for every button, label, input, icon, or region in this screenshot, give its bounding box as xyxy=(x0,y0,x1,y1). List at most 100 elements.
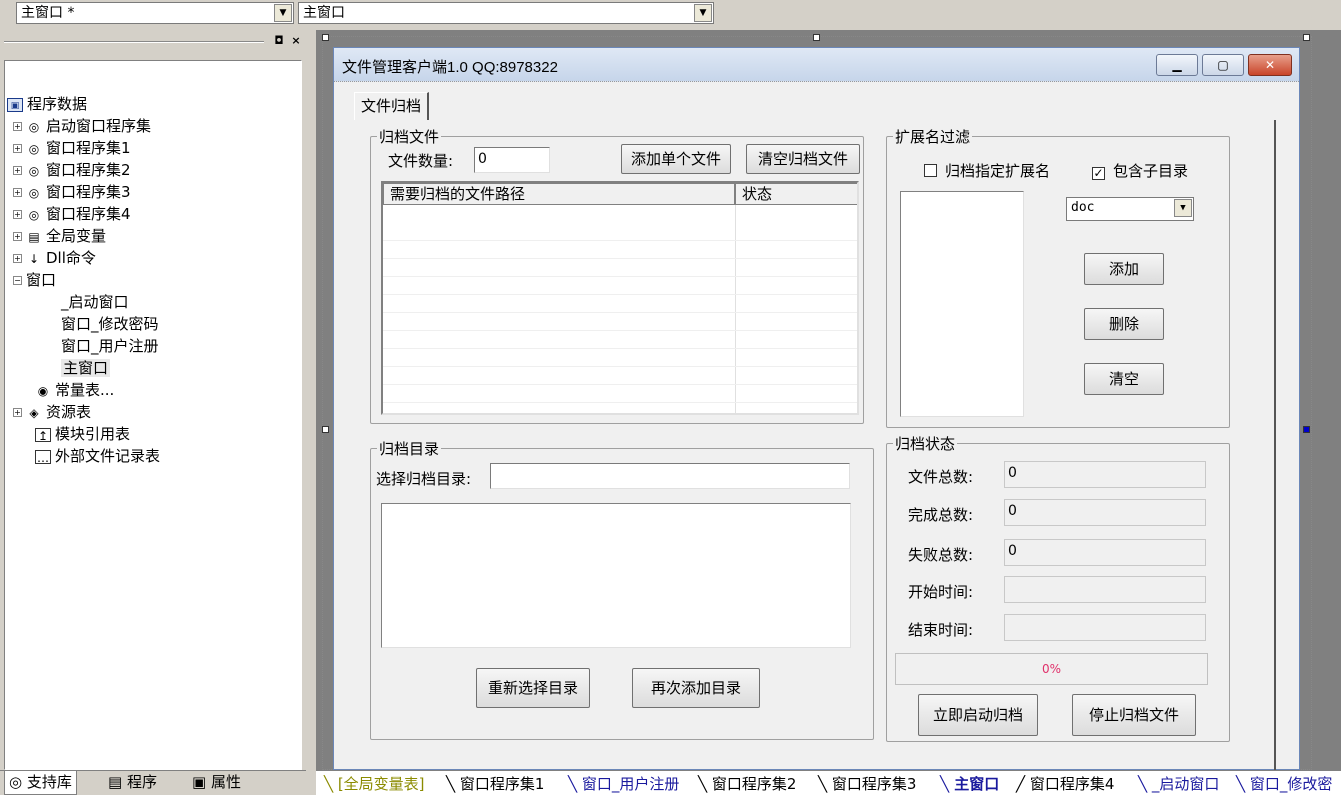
doc-tab-assembly3[interactable]: ╲ 窗口程序集3 xyxy=(818,773,916,795)
tree-item-assembly3[interactable]: + ◎ 窗口程序集3 xyxy=(13,181,131,203)
start-archive-button[interactable]: 立即启动归档 xyxy=(918,694,1038,736)
restore-icon[interactable]: ◘ xyxy=(272,35,286,49)
extension-combo[interactable]: doc ▼ xyxy=(1066,197,1194,221)
expand-icon[interactable]: + xyxy=(13,232,22,241)
tree-item-windows[interactable]: − 窗口 xyxy=(13,269,362,328)
tree-item-startup-window[interactable]: _启动窗口 xyxy=(61,291,410,350)
expand-icon[interactable]: + xyxy=(13,254,22,263)
tree-item-label: 窗口程序集1 xyxy=(46,139,131,157)
tab-properties[interactable]: ▣ 属性 xyxy=(188,771,245,795)
doc-tab-user-register[interactable]: ╲ 窗口_用户注册 xyxy=(568,773,679,795)
tree-item-label: 模块引用表 xyxy=(55,425,131,443)
tree-item-global-var[interactable]: + ▤ 全局变量 xyxy=(13,225,106,247)
select-directory-label: 选择归档目录: xyxy=(376,470,472,488)
maximize-button[interactable]: ▢ xyxy=(1202,54,1244,76)
clear-archive-files-button[interactable]: 清空归档文件 xyxy=(746,144,860,174)
tree-item-main-window[interactable]: 主窗口 xyxy=(61,357,410,416)
assembly-combo[interactable]: 主窗口 * ▼ xyxy=(16,2,294,24)
program-data-icon: ▣ xyxy=(7,97,23,112)
delete-extension-button[interactable]: 删除 xyxy=(1084,308,1164,340)
end-time-label: 结束时间: xyxy=(908,621,974,639)
doc-tab-assembly4[interactable]: ╱ 窗口程序集4 xyxy=(1016,773,1114,795)
expand-icon[interactable]: + xyxy=(13,408,22,417)
add-directory-again-button[interactable]: 再次添加目录 xyxy=(632,668,760,708)
doc-tab-change-password[interactable]: ╲ 窗口_修改密 xyxy=(1236,773,1332,795)
assembly-icon: ◎ xyxy=(28,185,40,200)
doc-tab-assembly2[interactable]: ╲ 窗口程序集2 xyxy=(698,773,796,795)
tree-item-label: 程序数据 xyxy=(27,95,88,113)
tree-item-assembly4[interactable]: + ◎ 窗口程序集4 xyxy=(13,203,131,225)
tree-item-module-ref[interactable]: ↥ 模块引用表 xyxy=(35,423,130,445)
tree-item-change-password[interactable]: 窗口_修改密码 xyxy=(61,313,410,372)
tab-support-lib[interactable]: ◎ 支持库 xyxy=(4,771,77,795)
minimize-button[interactable]: ▁ xyxy=(1156,54,1198,76)
resize-handle[interactable] xyxy=(1303,426,1310,433)
left-panel-tabs: ◎ 支持库 ▤ 程序 ▣ 属性 xyxy=(0,770,306,795)
chevron-down-icon[interactable]: ▼ xyxy=(694,4,712,22)
window-titlebar[interactable]: 文件管理客户端1.0 QQ:8978322 ▁ ▢ ✕ xyxy=(334,48,1299,82)
column-header-path[interactable]: 需要归档的文件路径 xyxy=(383,183,735,205)
doc-tab-global-vars[interactable]: ╲ [全局变量表] xyxy=(324,773,425,795)
tree-item-file-record[interactable]: … 外部文件记录表 xyxy=(35,445,160,467)
done-total-label: 完成总数: xyxy=(908,506,974,524)
tab-program[interactable]: ▤ 程序 xyxy=(104,771,161,795)
group-title: 归档文件 xyxy=(379,128,440,146)
checkbox-checked-icon[interactable]: ✓ xyxy=(1092,167,1105,180)
expand-icon[interactable]: + xyxy=(13,188,22,197)
archive-ext-checkbox[interactable]: 归档指定扩展名 xyxy=(924,160,1050,181)
tree-item-user-register[interactable]: 窗口_用户注册 xyxy=(61,335,410,394)
tree-item-label: 常量表... xyxy=(55,381,115,399)
tree-item-program-data[interactable]: ▣ 程序数据 xyxy=(7,93,87,115)
tree-item-label: 资源表 xyxy=(46,403,92,421)
tree-item-assembly2[interactable]: + ◎ 窗口程序集2 xyxy=(13,159,131,181)
file-count-field[interactable]: 0 xyxy=(474,147,550,173)
archive-progress-bar: 0% xyxy=(895,653,1208,685)
assembly-icon: ◎ xyxy=(28,141,40,156)
tree-item-label: 主窗口 xyxy=(61,359,111,377)
add-single-file-button[interactable]: 添加单个文件 xyxy=(621,144,731,174)
fail-total-label: 失败总数: xyxy=(908,546,974,564)
expand-icon[interactable]: + xyxy=(13,210,22,219)
add-extension-button[interactable]: 添加 xyxy=(1084,253,1164,285)
tree-item-startup-assembly[interactable]: + ◎ 启动窗口程序集 xyxy=(13,115,151,137)
resize-handle[interactable] xyxy=(322,34,329,41)
reselect-directory-button[interactable]: 重新选择目录 xyxy=(476,668,590,708)
window-combo[interactable]: 主窗口 ▼ xyxy=(298,2,714,24)
collapse-icon[interactable]: − xyxy=(13,276,22,285)
directory-input[interactable] xyxy=(490,463,850,489)
directory-list[interactable] xyxy=(381,503,851,648)
progress-text: 0% xyxy=(1041,662,1062,676)
doc-tab-startup-window[interactable]: ╲ _启动窗口 xyxy=(1138,773,1219,795)
tree-item-dll[interactable]: + ↓ Dll命令 xyxy=(13,247,96,269)
checkbox-unchecked-icon[interactable] xyxy=(924,164,937,177)
end-time-field xyxy=(1004,614,1206,641)
resize-handle[interactable] xyxy=(1303,34,1310,41)
tree-item-resources[interactable]: + ◈ 资源表 xyxy=(13,401,91,423)
doc-tab-main-window[interactable]: ╲ 主窗口 xyxy=(940,773,999,795)
doc-tab-assembly1[interactable]: ╲ 窗口程序集1 xyxy=(446,773,544,795)
assembly-icon: ◎ xyxy=(28,119,40,134)
expand-icon[interactable]: + xyxy=(13,166,22,175)
archive-file-list[interactable]: 需要归档的文件路径 状态 xyxy=(381,181,859,415)
include-subdir-checkbox[interactable]: ✓ 包含子目录 xyxy=(1092,160,1188,181)
extension-list[interactable] xyxy=(900,191,1024,417)
resize-handle[interactable] xyxy=(322,426,329,433)
resize-handle[interactable] xyxy=(813,34,820,41)
clear-extensions-button[interactable]: 清空 xyxy=(1084,363,1164,395)
tree-item-constants[interactable]: ◉ 常量表... xyxy=(35,379,115,401)
done-total-field: 0 xyxy=(1004,499,1206,526)
tab-archive[interactable]: 文件归档 xyxy=(354,92,430,120)
chevron-down-icon[interactable]: ▼ xyxy=(274,4,292,22)
chevron-down-icon[interactable]: ▼ xyxy=(1174,199,1192,217)
close-button[interactable]: ✕ xyxy=(1248,54,1292,76)
expand-icon[interactable]: + xyxy=(13,144,22,153)
tree-item-assembly1[interactable]: + ◎ 窗口程序集1 xyxy=(13,137,131,159)
start-time-field xyxy=(1004,576,1206,603)
stop-archive-button[interactable]: 停止归档文件 xyxy=(1072,694,1196,736)
global-var-icon: ▤ xyxy=(28,229,40,244)
close-icon[interactable]: × xyxy=(289,35,303,49)
expand-icon[interactable]: + xyxy=(13,122,22,131)
tree-item-label: Dll命令 xyxy=(46,249,96,267)
column-header-status[interactable]: 状态 xyxy=(735,183,857,205)
document-tabs: ╲ [全局变量表] ╲ 窗口程序集1 ╲ 窗口_用户注册 ╲ 窗口程序集2 ╲ … xyxy=(316,770,1341,795)
